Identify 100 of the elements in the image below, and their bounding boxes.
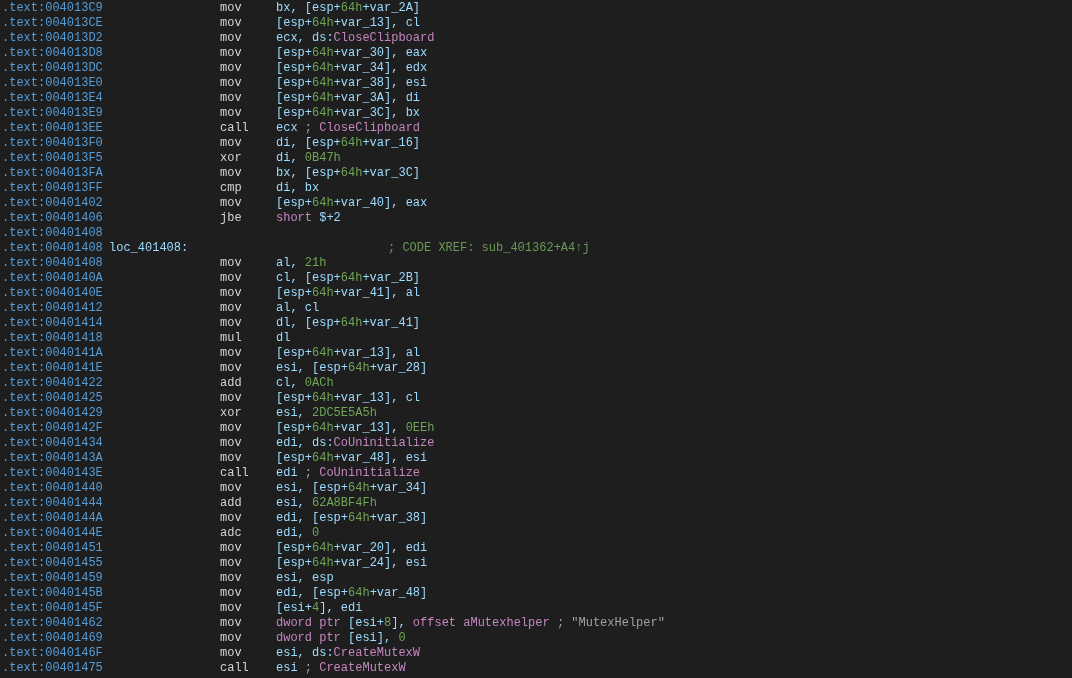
mnemonic-text: mov	[220, 316, 242, 331]
operand-text: al, cl	[276, 301, 320, 316]
address-text: .text:0040145B	[2, 586, 103, 601]
address-text: .text:00401459	[2, 571, 103, 586]
address-text: .text:0040146F	[2, 646, 103, 661]
mnemonic-text: call	[220, 466, 249, 481]
operand-text: edi ; CoUninitialize	[276, 466, 421, 481]
mnemonic-text: mov	[220, 511, 242, 526]
operand-text: dword ptr [esi], 0	[276, 631, 406, 646]
operand-text: [esp+64h+var_13], cl	[276, 16, 421, 31]
address-text: .text:0040140A	[2, 271, 103, 286]
address-text: .text:00401462	[2, 616, 103, 631]
mnemonic-text: xor	[220, 406, 242, 421]
mnemonic-text: mov	[220, 91, 242, 106]
operand-text: [esp+64h+var_13], 0EEh	[276, 421, 435, 436]
address-text: .text:00401451	[2, 541, 103, 556]
address-text: .text:00401434	[2, 436, 103, 451]
mnemonic-text: mov	[220, 196, 242, 211]
address-text: .text:00401455	[2, 556, 103, 571]
address-text: .text:004013D8	[2, 46, 103, 61]
operand-text: short $+2	[276, 211, 341, 226]
mnemonic-text: add	[220, 496, 242, 511]
operand-text: esi, [esp+64h+var_34]	[276, 481, 428, 496]
mnemonic-text: mov	[220, 541, 242, 556]
mnemonic-text: mov	[220, 616, 242, 631]
mnemonic-text: mov	[220, 46, 242, 61]
address-text: .text:004013F0	[2, 136, 103, 151]
address-text: .text:004013FF	[2, 181, 103, 196]
operand-text: dl, [esp+64h+var_41]	[276, 316, 421, 331]
address-text: .text:00401469	[2, 631, 103, 646]
mnemonic-text: jbe	[220, 211, 242, 226]
operand-text: cl, 0ACh	[276, 376, 334, 391]
address-text: .text:00401425	[2, 391, 103, 406]
mnemonic-text: mov	[220, 481, 242, 496]
operand-text: esi, 2DC5E5A5h	[276, 406, 377, 421]
address-text: .text:00401412	[2, 301, 103, 316]
address-text: .text:0040144E	[2, 526, 103, 541]
operand-text: di, [esp+64h+var_16]	[276, 136, 421, 151]
operand-text: [esp+64h+var_13], al	[276, 346, 421, 361]
operand-text: di, bx	[276, 181, 320, 196]
operand-text: esi, 62A8BF4Fh	[276, 496, 377, 511]
mnemonic-text: mov	[220, 286, 242, 301]
address-text: .text:0040143E	[2, 466, 103, 481]
address-text: .text:0040140E	[2, 286, 103, 301]
address-text: .text:00401422	[2, 376, 103, 391]
address-text: .text:004013FA	[2, 166, 103, 181]
mnemonic-text: mov	[220, 586, 242, 601]
mnemonic-text: mov	[220, 646, 242, 661]
address-text: .text:0040141E	[2, 361, 103, 376]
mnemonic-text: mov	[220, 601, 242, 616]
operand-text: [esp+64h+var_13], cl	[276, 391, 421, 406]
address-text: .text:00401440	[2, 481, 103, 496]
mnemonic-text: call	[220, 661, 249, 676]
address-text: .text:00401406	[2, 211, 103, 226]
mnemonic-text: add	[220, 376, 242, 391]
operand-text: cl, [esp+64h+var_2B]	[276, 271, 421, 286]
address-text: .text:0040141A	[2, 346, 103, 361]
mnemonic-text: mov	[220, 361, 242, 376]
address-text: .text:004013E9	[2, 106, 103, 121]
operand-text: edi, [esp+64h+var_48]	[276, 586, 428, 601]
mnemonic-text: mov	[220, 106, 242, 121]
mnemonic-text: mov	[220, 136, 242, 151]
mnemonic-text: mov	[220, 61, 242, 76]
operand-text: bx, [esp+64h+var_2A]	[276, 1, 421, 16]
operand-text: [esp+64h+var_40], eax	[276, 196, 428, 211]
mnemonic-text: mov	[220, 571, 242, 586]
operand-text: ecx ; CloseClipboard	[276, 121, 421, 136]
operand-text: edi, ds:CoUninitialize	[276, 436, 435, 451]
address-text: .text:00401408	[2, 226, 103, 241]
mnemonic-text: mov	[220, 451, 242, 466]
address-text: .text:0040143A	[2, 451, 103, 466]
comment-text: ; CODE XREF: sub_401362+A4↑j	[388, 241, 590, 256]
mnemonic-text: mov	[220, 631, 242, 646]
operand-text: esi, [esp+64h+var_28]	[276, 361, 428, 376]
address-text: .text:004013E4	[2, 91, 103, 106]
mnemonic-text: mul	[220, 331, 242, 346]
mnemonic-text: mov	[220, 301, 242, 316]
address-text: .text:0040142F	[2, 421, 103, 436]
mnemonic-text: mov	[220, 421, 242, 436]
address-text: .text:00401414	[2, 316, 103, 331]
operand-text: di, 0B47h	[276, 151, 341, 166]
mnemonic-text: xor	[220, 151, 242, 166]
address-text: .text:004013C9	[2, 1, 103, 16]
address-text: .text:00401444	[2, 496, 103, 511]
address-text: .text:004013DC	[2, 61, 103, 76]
operand-text: edi, [esp+64h+var_38]	[276, 511, 428, 526]
address-text: .text:004013E0	[2, 76, 103, 91]
address-text: .text:00401475	[2, 661, 103, 676]
mnemonic-text: call	[220, 121, 249, 136]
address-text: .text:00401408	[2, 256, 103, 271]
mnemonic-text: mov	[220, 556, 242, 571]
operand-text: [esp+64h+var_41], al	[276, 286, 421, 301]
label-text: loc_401408:	[109, 241, 189, 256]
address-text: .text:004013EE	[2, 121, 103, 136]
mnemonic-text: mov	[220, 391, 242, 406]
address-text: .text:0040144A	[2, 511, 103, 526]
operand-text: [esp+64h+var_3A], di	[276, 91, 421, 106]
operand-text: esi ; CreateMutexW	[276, 661, 406, 676]
mnemonic-text: mov	[220, 271, 242, 286]
mnemonic-text: mov	[220, 1, 242, 16]
